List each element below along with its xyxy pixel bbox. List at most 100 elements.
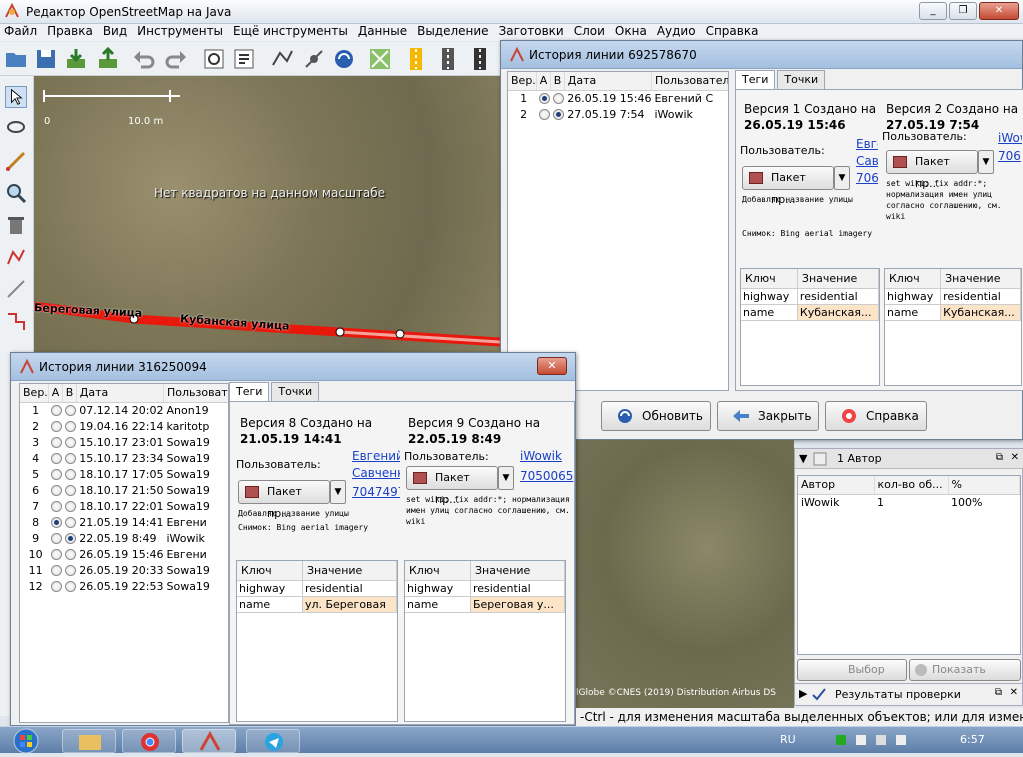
extrude-tool-icon[interactable] [5, 310, 27, 332]
radio-a[interactable] [51, 437, 63, 448]
menu-more-tools[interactable]: Ещё инструменты [233, 24, 348, 41]
table-row[interactable]: name Береговая у... [405, 596, 566, 613]
menu-selection[interactable]: Выделение [417, 24, 488, 41]
radio-b[interactable] [65, 453, 77, 464]
help-button[interactable]: Справка [825, 401, 927, 431]
tray-icons[interactable] [832, 732, 912, 748]
maximize-button[interactable]: ❐ [949, 2, 977, 20]
user-link-left[interactable]: Евгений Савченко [856, 136, 878, 170]
user-link-right[interactable]: iWowik [998, 130, 1022, 147]
changeset-button-right[interactable]: Пакет пр... [886, 150, 978, 190]
radio-b[interactable] [65, 549, 77, 560]
table-row[interactable]: 9 22.05.19 8:49 iWowik [20, 530, 228, 546]
radio-b[interactable] [65, 485, 77, 496]
table-row[interactable]: 11 26.05.19 20:33 Sowa19 [20, 562, 228, 578]
menu-view[interactable]: Вид [103, 24, 127, 41]
sync-icon[interactable] [332, 47, 356, 71]
zoom-preview-icon[interactable] [202, 47, 226, 71]
radio-b[interactable] [553, 109, 565, 120]
menu-presets[interactable]: Заготовки [499, 24, 564, 41]
zoom-tool-icon[interactable] [5, 182, 27, 204]
radio-a[interactable] [539, 109, 551, 120]
changeset-dropdown-left[interactable]: ▼ [834, 166, 850, 190]
tab-nodes[interactable]: Точки [777, 70, 826, 89]
table-row[interactable]: 8 21.05.19 14:41 Евгени [20, 514, 228, 530]
radio-a[interactable] [51, 405, 63, 417]
close-panel-icon[interactable]: ✕ [1010, 687, 1018, 698]
taskbar-explorer[interactable] [62, 729, 116, 753]
changeset-link-left[interactable]: 7047497 [352, 484, 400, 501]
radio-a[interactable] [51, 581, 63, 592]
table-row[interactable]: iWowik 1 100% [798, 494, 1020, 510]
changeset-link-right[interactable]: 706 [998, 148, 1022, 165]
road-yellow-icon[interactable] [404, 47, 428, 71]
table-row[interactable]: name Кубанская... [885, 304, 1021, 321]
taskbar-josm[interactable] [182, 729, 236, 753]
close-dialog-button[interactable]: Закрыть [717, 401, 819, 431]
expand-icon[interactable]: ▶ [799, 687, 807, 700]
table-row[interactable]: 2 27.05.19 7:54 iWowik [508, 106, 728, 122]
changeset-button-left[interactable]: Пакет пр... [238, 480, 330, 520]
changeset-dropdown-right[interactable]: ▼ [978, 150, 994, 174]
table-row[interactable]: highway residential [405, 580, 566, 597]
radio-b[interactable] [65, 581, 77, 592]
changeset-link-left[interactable]: 706 [856, 170, 878, 187]
tab-nodes[interactable]: Точки [271, 382, 320, 401]
radio-a[interactable] [51, 565, 63, 576]
radio-a[interactable] [51, 517, 63, 528]
radio-b[interactable] [65, 533, 77, 544]
redo-icon[interactable] [164, 47, 188, 71]
start-button-icon[interactable] [6, 727, 46, 754]
table-row[interactable]: highway residential [237, 580, 398, 597]
table-row[interactable]: highway residential [741, 288, 880, 305]
radio-b[interactable] [65, 421, 77, 432]
language-indicator[interactable]: RU [780, 733, 796, 746]
table-row[interactable]: 1 07.12.14 20:02 Anon19 [20, 402, 228, 418]
changeset-dropdown-left[interactable]: ▼ [330, 480, 346, 504]
map-view[interactable]: 0 10.0 m Нет квадратов на данном масштаб… [34, 76, 500, 356]
radio-a[interactable] [51, 421, 63, 432]
minimize-button[interactable]: _ [919, 2, 947, 20]
node-tool-icon[interactable] [302, 47, 326, 71]
table-row[interactable]: highway residential [885, 288, 1021, 305]
delete-tool-icon[interactable] [5, 214, 27, 236]
road-grey-icon[interactable] [436, 47, 460, 71]
table-row[interactable]: 10 26.05.19 15:46 Евгени [20, 546, 228, 562]
table-row[interactable]: 3 15.10.17 23:01 Sowa19 [20, 434, 228, 450]
undo-icon[interactable] [132, 47, 156, 71]
menu-edit[interactable]: Правка [47, 24, 93, 41]
lasso-tool-icon[interactable] [5, 118, 27, 140]
menu-tools[interactable]: Инструменты [137, 24, 223, 41]
radio-a[interactable] [51, 533, 63, 544]
wireframe-icon[interactable] [270, 47, 294, 71]
menu-help[interactable]: Справка [706, 24, 759, 41]
menu-data[interactable]: Данные [358, 24, 407, 41]
radio-b[interactable] [65, 469, 77, 480]
taskbar-chrome[interactable] [122, 729, 176, 753]
show-info-button[interactable]: Показать инф... [909, 659, 1021, 696]
radio-b[interactable] [65, 517, 77, 528]
tab-tags[interactable]: Теги [735, 70, 776, 89]
close-panel-icon[interactable]: ✕ [1011, 452, 1019, 463]
table-row[interactable]: 6 18.10.17 21:50 Sowa19 [20, 482, 228, 498]
open-icon[interactable] [4, 47, 28, 71]
parallel-tool-icon[interactable] [5, 278, 27, 300]
table-row[interactable]: 7 18.10.17 22:01 Sowa19 [20, 498, 228, 514]
close-button[interactable]: ✕ [979, 2, 1019, 20]
menu-layers[interactable]: Слои [574, 24, 605, 41]
radio-a[interactable] [51, 453, 63, 464]
detach-icon[interactable]: ⧉ [995, 687, 1002, 698]
menu-windows[interactable]: Окна [615, 24, 647, 41]
upload-icon[interactable] [96, 47, 120, 71]
collapse-icon[interactable]: ▼ [799, 452, 807, 465]
radio-b[interactable] [65, 501, 77, 512]
map-view-lower[interactable]: lGlobe ©CNES (2019) Distribution Airbus … [576, 440, 794, 708]
radio-b[interactable] [65, 437, 77, 448]
imagery-icon[interactable] [368, 47, 392, 71]
menu-audio[interactable]: Аудио [657, 24, 696, 41]
table-row[interactable]: 5 18.10.17 17:05 Sowa19 [20, 466, 228, 482]
changeset-link-right[interactable]: 7050065 [520, 468, 574, 485]
changeset-dropdown-right[interactable]: ▼ [498, 466, 514, 490]
radio-a[interactable] [51, 549, 63, 560]
user-link-left[interactable]: Евгений Савченко [352, 448, 400, 482]
